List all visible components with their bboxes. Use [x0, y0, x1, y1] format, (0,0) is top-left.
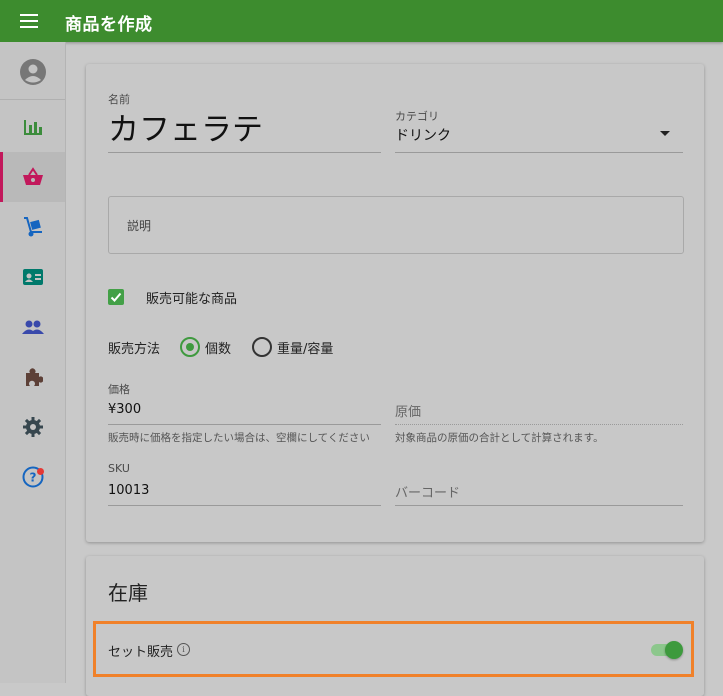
sidebar-divider: [0, 99, 65, 100]
gear-icon: [22, 417, 43, 437]
sidebar-item-products[interactable]: [0, 152, 65, 202]
price-hint: 販売時に価格を指定したい場合は、空欄にしてください: [108, 432, 370, 444]
category-select[interactable]: ドリンク: [395, 125, 451, 145]
sidebar-item-staff[interactable]: [0, 302, 65, 352]
checkmark-icon: [110, 292, 122, 302]
set-sale-label: セット販売: [108, 645, 174, 660]
product-details-card: 名前 カフェラテ カテゴリ ドリンク 説明 販売可能な商品 販売方法 個数 重量…: [86, 64, 704, 542]
sku-field[interactable]: 10013: [108, 483, 149, 498]
contact-card-icon: [22, 269, 43, 285]
sku-underline: [108, 505, 381, 506]
category-underline: [395, 152, 683, 153]
app-bar: 商品を作成: [0, 0, 723, 42]
toggle-knob: [665, 641, 683, 659]
bar-chart-icon: [23, 120, 42, 135]
puzzle-piece-icon: [25, 368, 43, 386]
description-placeholder: 説明: [127, 219, 152, 233]
notification-dot: [37, 468, 44, 475]
shopping-basket-icon: [22, 167, 43, 185]
sku-label: SKU: [108, 462, 130, 475]
account-circle-icon: [19, 59, 46, 85]
price-label: 価格: [108, 383, 130, 396]
svg-text:?: ?: [29, 471, 36, 485]
sidebar: ?: [0, 42, 66, 683]
barcode-field[interactable]: バーコード: [395, 482, 460, 501]
sidebar-item-account[interactable]: [0, 47, 65, 97]
page-title: 商品を作成: [65, 15, 153, 35]
chevron-down-icon[interactable]: [660, 131, 670, 136]
sale-method-label: 販売方法: [108, 342, 161, 357]
price-field[interactable]: ¥300: [108, 402, 141, 417]
hamburger-menu-icon[interactable]: [20, 14, 40, 28]
sidebar-item-inventory[interactable]: [0, 202, 65, 252]
name-field[interactable]: カフェラテ: [108, 104, 263, 149]
info-icon[interactable]: i: [177, 643, 190, 656]
sidebar-item-customers[interactable]: [0, 252, 65, 302]
sellable-label: 販売可能な商品: [146, 292, 238, 307]
sale-method-radio-weight[interactable]: [252, 337, 272, 357]
people-icon: [21, 320, 44, 334]
sellable-checkbox[interactable]: [108, 289, 124, 305]
description-field[interactable]: 説明: [108, 196, 684, 254]
cost-field[interactable]: 原価: [395, 401, 421, 420]
sale-method-option-count: 個数: [205, 342, 232, 357]
cost-hint: 対象商品の原価の合計として計算されます。: [395, 432, 604, 444]
barcode-underline: [395, 505, 683, 506]
sidebar-item-help[interactable]: ?: [0, 452, 65, 502]
sidebar-item-settings[interactable]: [0, 402, 65, 452]
inventory-title: 在庫: [108, 581, 148, 605]
name-underline: [108, 152, 381, 153]
sidebar-item-addons[interactable]: [0, 352, 65, 402]
sale-method-option-weight: 重量/容量: [277, 342, 334, 357]
sidebar-item-reports[interactable]: [0, 102, 65, 152]
set-sale-toggle[interactable]: [651, 641, 683, 659]
price-underline: [108, 424, 381, 425]
sale-method-radio-count[interactable]: [180, 337, 200, 357]
hand-truck-icon: [23, 217, 42, 237]
category-label: カテゴリ: [395, 110, 439, 123]
cost-underline: [395, 424, 683, 426]
